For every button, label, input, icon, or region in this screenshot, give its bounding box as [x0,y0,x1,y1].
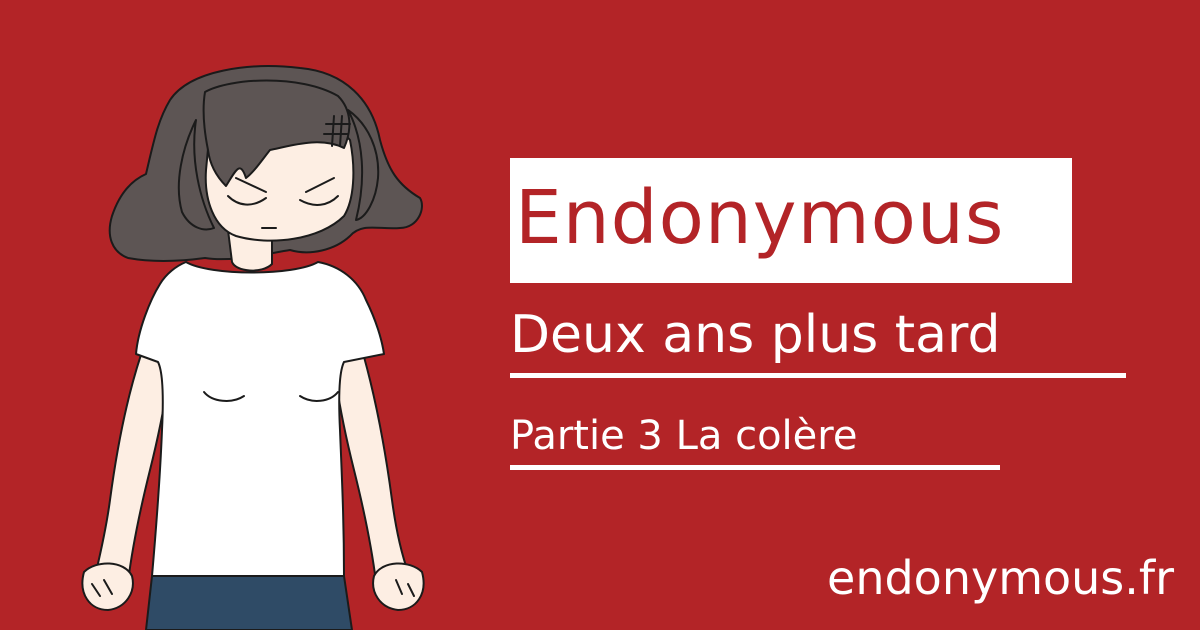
comic-title: Endonymous [515,175,1005,261]
part-underline [510,465,1000,470]
angry-woman-illustration [81,65,425,630]
part-title: Partie 3 La colère [510,413,858,459]
banner: Endonymous Deux ans plus tard Partie 3 L… [0,0,1200,630]
subtitle-underline [510,373,1126,378]
site-url[interactable]: endonymous.fr [827,548,1174,608]
subtitle: Deux ans plus tard [510,305,1001,365]
